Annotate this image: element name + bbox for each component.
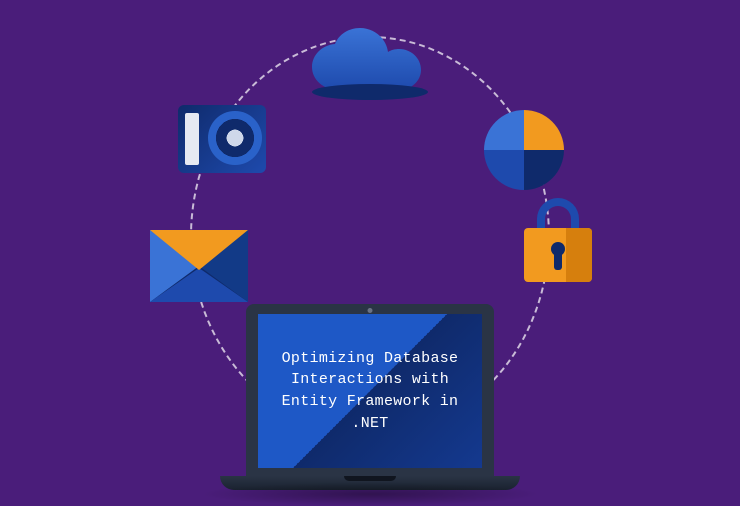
laptop-shadow (200, 482, 540, 506)
lock-icon (524, 228, 592, 282)
storage-disc-icon (178, 105, 266, 173)
laptop-notch (344, 476, 396, 481)
envelope-icon (150, 230, 248, 302)
illustration-canvas: Optimizing Database Interactions with En… (90, 10, 650, 490)
laptop-screen: Optimizing Database Interactions with En… (258, 314, 482, 468)
laptop: Optimizing Database Interactions with En… (220, 304, 520, 490)
laptop-screen-frame: Optimizing Database Interactions with En… (246, 304, 494, 476)
webcam-dot-icon (368, 308, 373, 313)
screen-title-text: Optimizing Database Interactions with En… (268, 348, 472, 435)
pie-chart-icon (484, 110, 564, 190)
cloud-icon (300, 28, 440, 113)
